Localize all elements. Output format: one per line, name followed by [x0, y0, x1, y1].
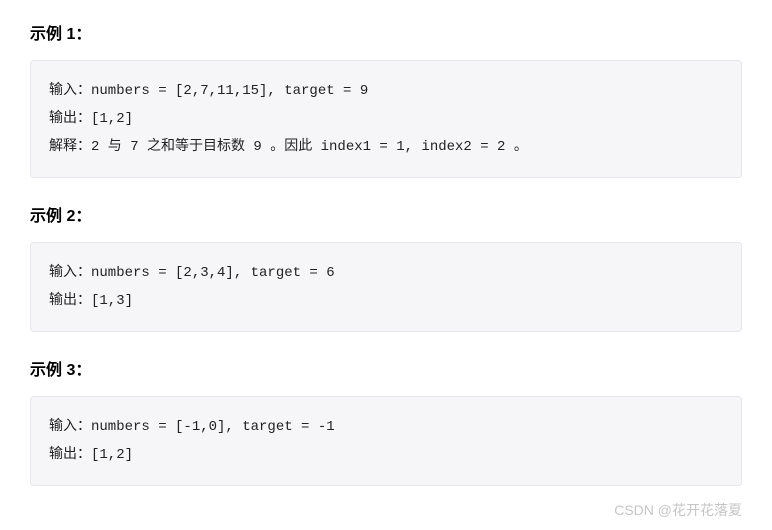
example-heading-1: 示例 1： — [30, 20, 742, 44]
code-line: 输入：numbers = [2,7,11,15], target = 9 — [49, 77, 723, 105]
code-line: 输入：numbers = [-1,0], target = -1 — [49, 413, 723, 441]
code-line: 输出：[1,2] — [49, 105, 723, 133]
example-code-block-3: 输入：numbers = [-1,0], target = -1输出：[1,2] — [30, 396, 742, 486]
code-line: 输出：[1,2] — [49, 441, 723, 469]
example-code-block-2: 输入：numbers = [2,3,4], target = 6输出：[1,3] — [30, 242, 742, 332]
code-line: 输出：[1,3] — [49, 287, 723, 315]
code-line: 解释：2 与 7 之和等于目标数 9 。因此 index1 = 1, index… — [49, 133, 723, 161]
code-line: 输入：numbers = [2,3,4], target = 6 — [49, 259, 723, 287]
example-section-1: 示例 1： 输入：numbers = [2,7,11,15], target =… — [30, 20, 742, 178]
example-section-3: 示例 3： 输入：numbers = [-1,0], target = -1输出… — [30, 356, 742, 486]
example-heading-2: 示例 2： — [30, 202, 742, 226]
watermark-text: CSDN @花开花落夏 — [614, 500, 742, 520]
example-heading-3: 示例 3： — [30, 356, 742, 380]
example-code-block-1: 输入：numbers = [2,7,11,15], target = 9输出：[… — [30, 60, 742, 178]
example-section-2: 示例 2： 输入：numbers = [2,3,4], target = 6输出… — [30, 202, 742, 332]
